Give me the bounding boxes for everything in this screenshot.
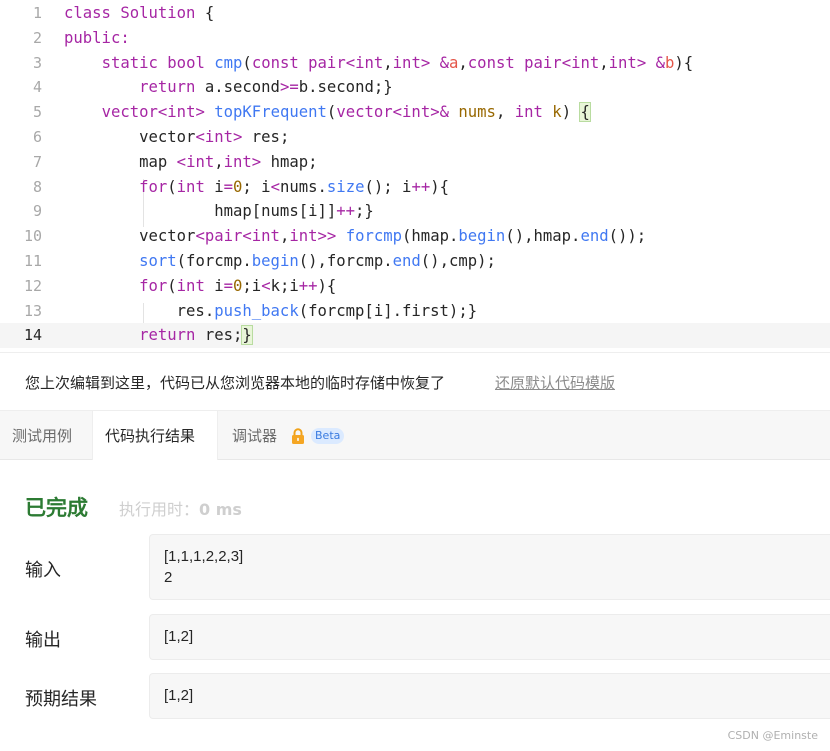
watermark: CSDN @Eminste: [727, 729, 818, 742]
result-panel: 已完成 执行用时：0 ms 输入 [1,1,1,2,2,3] 2 输出 [1,2…: [0, 460, 830, 751]
code-text: for(int i=0;i<k;i++){: [139, 276, 337, 295]
expected-label: 预期结果: [25, 689, 97, 710]
expected-box[interactable]: [1,2]: [149, 673, 830, 719]
line-number: 5: [32, 103, 42, 122]
tab-debugger[interactable]: 调试器: [232, 411, 277, 461]
line-number: 8: [32, 177, 42, 196]
input-box[interactable]: [1,1,1,2,2,3] 2: [149, 534, 830, 600]
code-text: sort(forcmp.begin(),forcmp.end(),cmp);: [139, 252, 496, 270]
code-text: map <int,int> hmap;: [64, 152, 318, 171]
code-text: vector<int> topKFrequent(vector<int>& nu…: [101, 102, 591, 123]
code-line-4: 4 return a.second>=b.second;}: [0, 75, 830, 100]
code-text: class Solution {: [64, 4, 215, 22]
code-line-10: 10 vector<pair<int,int>> forcmp(hmap.beg…: [0, 224, 830, 249]
line-number: 3: [32, 53, 42, 72]
code-line-11: 11 sort(forcmp.begin(),forcmp.end(),cmp)…: [0, 249, 830, 274]
line-number: 14: [23, 326, 42, 345]
execution-time-label: 执行用时：: [119, 500, 200, 519]
code-line-13: 13 res.push_back(forcmp[i].first);}: [0, 299, 830, 324]
code-line-12: 12 for(int i=0;i<k;i++){: [0, 274, 830, 299]
line-number: 2: [32, 28, 42, 47]
restore-notice: 您上次编辑到这里，代码已从您浏览器本地的临时存储中恢复了 还原默认代码模版: [0, 352, 830, 410]
code-line-5: 5 vector<int> topKFrequent(vector<int>& …: [0, 100, 830, 125]
line-number: 13: [23, 301, 42, 320]
code-text: return res;}: [139, 325, 253, 346]
line-number: 10: [23, 227, 42, 246]
code-text: public:: [64, 28, 130, 47]
code-line-14-active: 14 return res;}: [0, 323, 830, 349]
code-line-8: 8 for(int i=0; i<nums.size(); i++){: [0, 175, 830, 200]
code-line-2: 2 public:: [0, 26, 830, 51]
code-line-7: 7 map <int,int> hmap;: [0, 150, 830, 175]
code-line-9: 9 hmap[nums[i]]++;}: [0, 199, 830, 224]
code-text: for(int i=0; i<nums.size(); i++){: [139, 177, 449, 196]
line-number: 7: [32, 152, 42, 171]
code-line-1: 1 class Solution {: [0, 1, 830, 26]
execution-time: 执行用时：0 ms: [119, 496, 242, 520]
line-number: 9: [32, 202, 42, 221]
code-text: vector<int> res;: [64, 128, 290, 146]
input-label: 输入: [25, 560, 61, 581]
code-text: static bool cmp(const pair<int,int> &a,c…: [101, 53, 694, 72]
line-number: 11: [23, 252, 42, 270]
output-box[interactable]: [1,2]: [149, 614, 830, 660]
tab-code-result[interactable]: 代码执行结果: [92, 411, 218, 462]
code-text: res.push_back(forcmp[i].first);}: [64, 301, 478, 320]
code-editor[interactable]: 1 class Solution { 2 public: 3 static bo…: [0, 0, 830, 352]
line-number: 12: [23, 276, 42, 295]
tab-testcase[interactable]: 测试用例: [12, 411, 72, 461]
line-number: 6: [32, 128, 42, 146]
lock-icon: [292, 428, 304, 444]
execution-time-value: 0 ms: [199, 500, 242, 519]
result-tabs: 测试用例 代码执行结果 调试器: [0, 410, 830, 462]
input-line-1: [1,1,1,2,2,3]: [164, 548, 244, 565]
beta-badge: Beta: [311, 428, 345, 444]
expected-value: [1,2]: [164, 687, 194, 704]
code-text: return a.second>=b.second;}: [139, 78, 393, 97]
input-line-2: 2: [164, 569, 173, 586]
restore-default-code-link[interactable]: 还原默认代码模版: [495, 372, 615, 393]
restore-notice-text: 您上次编辑到这里，代码已从您浏览器本地的临时存储中恢复了: [25, 374, 446, 392]
status-finished: 已完成: [25, 496, 88, 520]
output-value: [1,2]: [164, 628, 194, 645]
line-number: 4: [32, 78, 42, 97]
code-line-3: 3 static bool cmp(const pair<int,int> &a…: [0, 51, 830, 76]
code-line-6: 6 vector<int> res;: [0, 125, 830, 150]
code-text: hmap[nums[i]]++;}: [64, 202, 374, 221]
line-number: 1: [32, 4, 42, 22]
code-text: vector<pair<int,int>> forcmp(hmap.begin(…: [64, 227, 647, 246]
output-label: 输出: [25, 630, 61, 651]
